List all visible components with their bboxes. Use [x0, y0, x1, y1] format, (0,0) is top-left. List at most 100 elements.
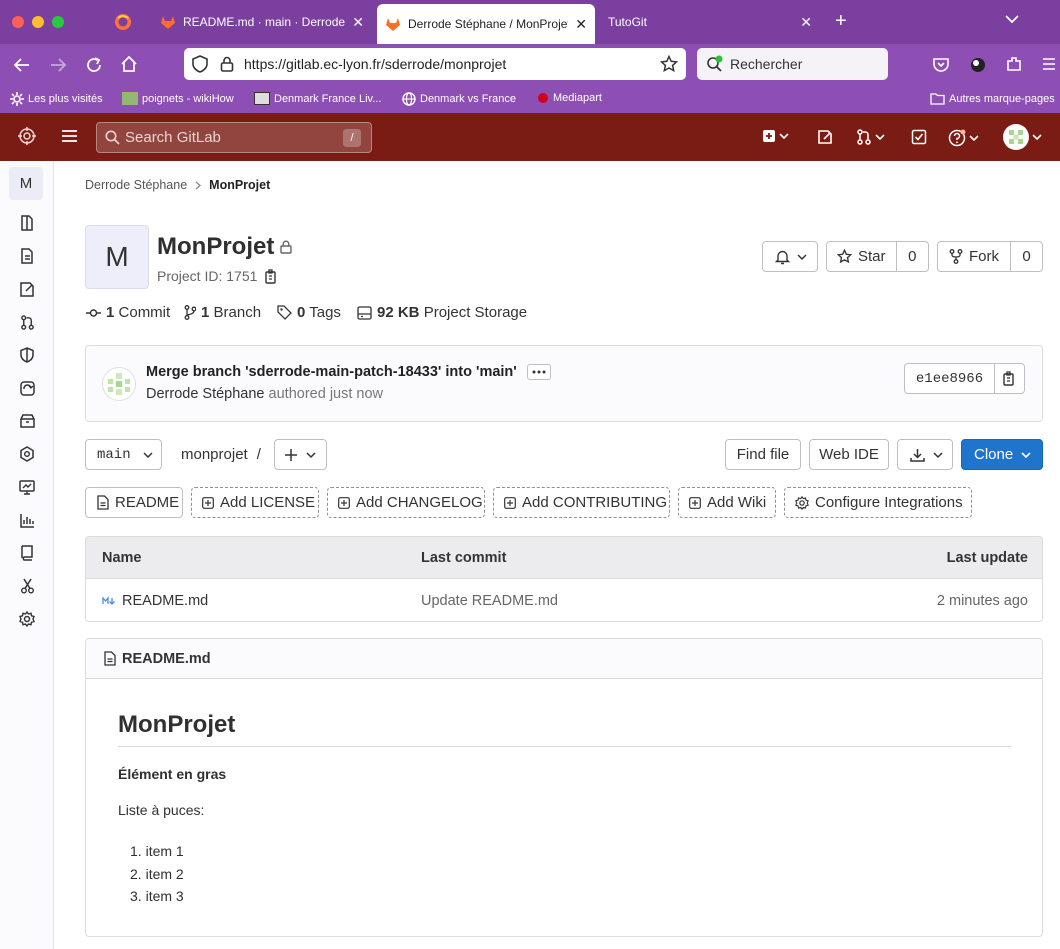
readme-bold-text: Élément en gras	[118, 766, 227, 782]
readme-button[interactable]: README	[85, 487, 183, 518]
close-tab-icon[interactable]: ✕	[575, 16, 587, 33]
file-last-commit-link[interactable]: Update README.md	[421, 593, 558, 609]
star-count[interactable]: 0	[897, 248, 928, 265]
sidebar-analytics-icon[interactable]	[17, 510, 37, 530]
close-tab-icon[interactable]: ✕	[800, 14, 812, 31]
table-row[interactable]: README.md Update README.md 2 minutes ago	[86, 579, 1042, 621]
sidebar-security-shield-icon[interactable]	[17, 345, 37, 365]
bookmark-wikihow[interactable]: poignets - wikiHow	[122, 92, 234, 105]
browser-search-box[interactable]: Rechercher	[697, 48, 888, 80]
configure-integrations-button[interactable]: Configure Integrations	[784, 487, 972, 518]
branch-selector-dropdown[interactable]: main	[85, 439, 162, 470]
ellipsis-icon	[532, 370, 546, 374]
list-tabs-chevron-icon[interactable]	[1005, 14, 1019, 24]
storage-stat[interactable]: 92 KB Project Storage	[357, 304, 527, 321]
gitlab-logo-icon[interactable]	[18, 127, 36, 145]
breadcrumb-parent-link[interactable]: Derrode Stéphane	[85, 178, 187, 192]
sidebar-infrastructure-icon[interactable]	[17, 444, 37, 464]
commits-stat-link[interactable]: 1 Commit	[86, 304, 170, 321]
sidebar-settings-gear-icon[interactable]	[17, 609, 37, 629]
search-placeholder: Search GitLab	[125, 129, 221, 146]
lock-icon[interactable]	[220, 56, 234, 72]
add-to-tree-dropdown[interactable]	[274, 439, 327, 470]
tab-readme[interactable]: README.md · main · Derrode Stéphane ✕	[156, 0, 370, 44]
bookmark-most-visited[interactable]: Les plus visités	[10, 92, 103, 106]
user-avatar-dropdown[interactable]	[1003, 124, 1042, 150]
add-license-button[interactable]: Add LICENSE	[191, 487, 319, 518]
repo-path-link[interactable]: monprojet	[181, 446, 248, 463]
tab-monprojet[interactable]: Derrode Stéphane / MonProjet · GitLab ✕	[377, 4, 595, 44]
minimize-window-button[interactable]	[32, 16, 44, 28]
back-arrow-icon[interactable]	[13, 56, 31, 74]
tab-title: TutoGit	[608, 15, 647, 29]
clone-dropdown-button[interactable]: Clone	[961, 439, 1043, 470]
extensions-puzzle-icon[interactable]	[1005, 55, 1023, 73]
commit-author-avatar[interactable]	[102, 367, 136, 401]
tags-count: 0	[297, 304, 306, 321]
bookmark-other-folder[interactable]: Autres marque-pages	[930, 92, 1055, 105]
create-new-dropdown[interactable]	[762, 129, 789, 143]
sidebar-issues-icon[interactable]	[17, 279, 37, 299]
tags-stat-link[interactable]: 0 Tags	[277, 304, 341, 321]
star-button[interactable]: Star	[827, 242, 897, 271]
readme-filename-link[interactable]: README.md	[122, 651, 211, 667]
reload-icon[interactable]	[85, 56, 103, 74]
sidebar-project-avatar[interactable]: M	[9, 167, 43, 200]
bookmark-mediapart[interactable]: Mediapart	[537, 92, 602, 104]
file-name-link[interactable]: README.md	[122, 593, 208, 609]
extension-ball-icon[interactable]	[968, 55, 988, 75]
branches-stat-link[interactable]: 1 Branch	[184, 304, 261, 321]
copy-id-clipboard-icon[interactable]	[265, 268, 278, 284]
new-tab-plus-icon[interactable]: +	[835, 10, 847, 33]
main-menu-hamburger-icon[interactable]	[61, 129, 78, 143]
commit-icon	[86, 308, 101, 318]
sidebar-project-info-icon[interactable]	[17, 213, 37, 233]
gitlab-search-input[interactable]: Search GitLab /	[96, 122, 372, 153]
add-changelog-button[interactable]: Add CHANGELOG	[327, 487, 485, 518]
add-wiki-button[interactable]: Add Wiki	[678, 487, 776, 518]
menu-hamburger-icon[interactable]	[1042, 56, 1056, 72]
sidebar-wiki-book-icon[interactable]	[17, 543, 37, 563]
file-name-cell[interactable]: README.md	[102, 593, 208, 609]
commit-message-link[interactable]: Merge branch 'sderrode-main-patch-18433'…	[146, 364, 517, 380]
sidebar-monitor-icon[interactable]	[17, 477, 37, 497]
close-tab-icon[interactable]: ✕	[352, 14, 364, 31]
bookmark-label: Autres marque-pages	[949, 92, 1055, 105]
add-contributing-button[interactable]: Add CONTRIBUTING	[493, 487, 670, 518]
sidebar-snippets-scissors-icon[interactable]	[17, 576, 37, 596]
sidebar-cicd-icon[interactable]	[17, 378, 37, 398]
plus-square-icon	[338, 496, 350, 509]
close-window-button[interactable]	[12, 16, 24, 28]
breadcrumb-current[interactable]: MonProjet	[209, 178, 270, 192]
sidebar-deployments-icon[interactable]	[17, 411, 37, 431]
help-question-icon	[948, 129, 966, 147]
url-bar[interactable]: https://gitlab.ec-lyon.fr/sderrode/monpr…	[184, 48, 686, 80]
find-file-button[interactable]: Find file	[725, 439, 801, 470]
tab-tutogit[interactable]: TutoGit ✕	[600, 0, 820, 44]
web-ide-button[interactable]: Web IDE	[809, 439, 889, 470]
bookmark-denmark-live[interactable]: Denmark France Liv...	[254, 92, 381, 105]
pocket-icon[interactable]	[932, 56, 950, 74]
download-dropdown[interactable]	[897, 439, 953, 470]
issues-shortcut[interactable]	[817, 129, 833, 145]
fork-count[interactable]: 0	[1011, 248, 1042, 265]
sidebar-repository-icon[interactable]	[17, 246, 37, 266]
commit-sha-link[interactable]: e1ee8966	[905, 364, 995, 393]
shield-icon[interactable]	[192, 55, 208, 73]
commit-author-link[interactable]: Derrode Stéphane	[146, 386, 265, 402]
forward-arrow-icon[interactable]	[49, 56, 67, 74]
bookmark-star-icon[interactable]	[660, 55, 678, 73]
bookmark-denmark-vs-france[interactable]: Denmark vs France	[402, 92, 516, 106]
help-dropdown[interactable]	[948, 129, 979, 147]
firefox-view-tab[interactable]	[100, 0, 146, 44]
commit-expand-ellipsis-button[interactable]	[526, 364, 551, 380]
notification-dropdown[interactable]	[762, 241, 818, 272]
fork-button[interactable]: Fork	[938, 242, 1011, 271]
zoom-window-button[interactable]	[52, 16, 64, 28]
home-icon[interactable]	[120, 55, 138, 73]
storage-disk-icon	[357, 305, 372, 320]
todos-shortcut[interactable]	[911, 129, 927, 145]
copy-sha-clipboard-icon[interactable]	[995, 364, 1024, 393]
sidebar-merge-requests-icon[interactable]	[17, 312, 37, 332]
merge-requests-dropdown[interactable]	[856, 129, 885, 145]
